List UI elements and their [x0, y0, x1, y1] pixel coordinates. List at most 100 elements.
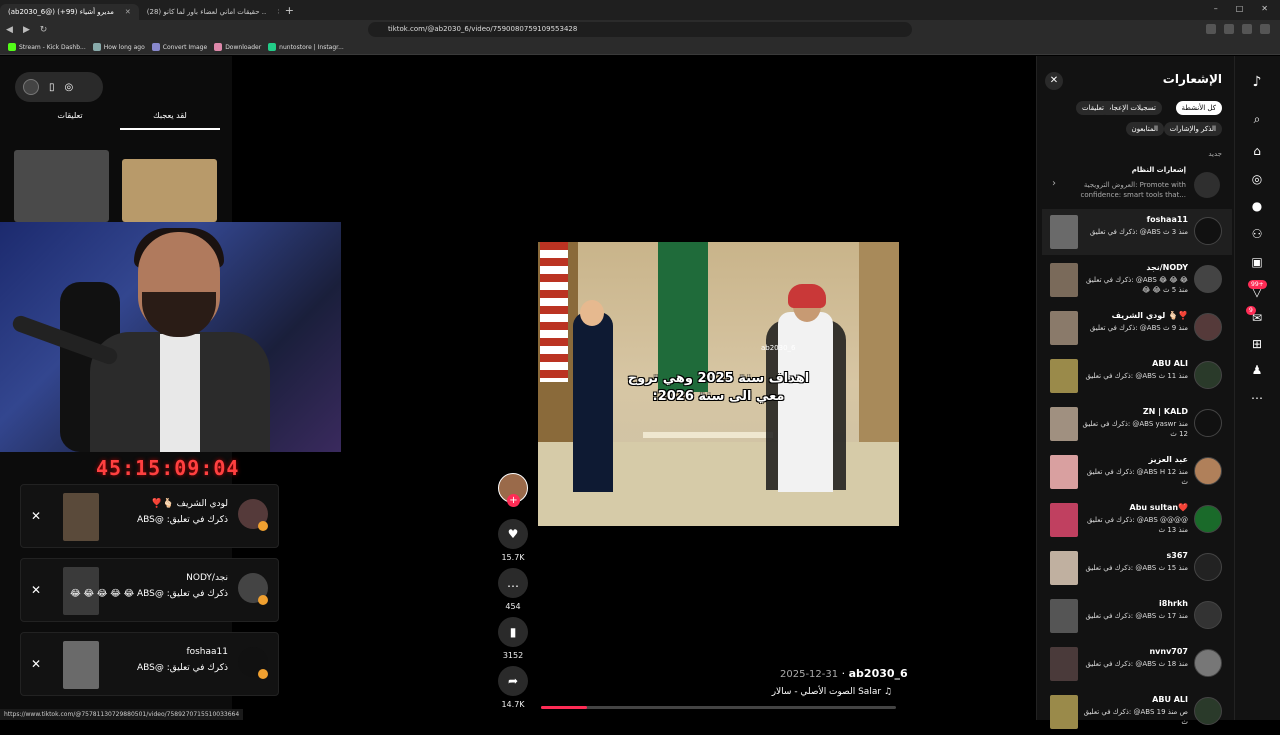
extension-icon[interactable] — [1242, 24, 1252, 34]
notification-item[interactable]: ذكرك في تعليق: @ABS منذ 18 ث nvnv707 — [1042, 641, 1232, 687]
notification-item[interactable]: ذكرك في تعليق: @ABS H منذ 12 ث عبد العزيز — [1042, 449, 1232, 495]
phone-icon[interactable]: ▯ — [49, 82, 55, 93]
notification-username[interactable]: لودي الشريف 🫰🏻❣️ — [1112, 311, 1188, 320]
browser-tab-active[interactable]: (ab2030_6@) مديرو أشياء (99+) ✕ — [0, 4, 139, 20]
avatar[interactable] — [1194, 217, 1222, 245]
browser-tab[interactable]: (28) حقيقات اماني لعضاء باور لما كانو ..… — [139, 4, 279, 20]
new-tab-button[interactable]: + — [285, 4, 294, 17]
compass-icon[interactable]: ◎ — [65, 82, 74, 93]
profile-avatar-icon[interactable]: ● — [1249, 198, 1265, 214]
search-icon[interactable]: ⌕ — [1249, 111, 1265, 127]
tab-comments[interactable]: تعليقات — [20, 108, 120, 130]
avatar[interactable] — [1194, 361, 1222, 389]
like-button[interactable]: ♥ — [498, 519, 528, 549]
notification-item[interactable]: ذكرك في تعليق: @ABS yaswr منذ 12 ث ZN | K… — [1042, 401, 1232, 447]
save-button[interactable]: ▮ — [498, 617, 528, 647]
filter-followers[interactable]: المتابعون — [1125, 122, 1164, 136]
notification-thumbnail[interactable] — [1050, 647, 1078, 681]
close-tab-icon[interactable]: ✕ — [277, 8, 279, 16]
avatar[interactable] — [1194, 409, 1222, 437]
menu-icon[interactable] — [1260, 24, 1270, 34]
back-arrow-icon[interactable]: ◀ — [2, 25, 17, 35]
url-bar[interactable]: tiktok.com/@ab2030_6/video/7590080759109… — [368, 22, 912, 37]
avatar[interactable] — [1194, 265, 1222, 293]
popup-notification[interactable]: ✕ نجد/NODY ذكرك في تعليق: @ABS 😂 😂 😂 😂 😂 — [20, 558, 279, 622]
notification-thumbnail[interactable] — [1050, 407, 1078, 441]
notification-thumbnail[interactable] — [1050, 599, 1078, 633]
forward-arrow-icon[interactable]: ▶ — [19, 25, 34, 35]
avatar[interactable] — [1194, 313, 1222, 341]
following-icon[interactable]: ⚇ — [1249, 226, 1265, 242]
bookmark[interactable]: Stream - Kick Dashb... — [8, 43, 86, 51]
filter-comments[interactable]: تعليقات — [1075, 101, 1110, 115]
avatar[interactable] — [1194, 697, 1222, 725]
reload-icon[interactable]: ↻ — [36, 25, 51, 35]
bookmark[interactable]: Downloader — [214, 43, 261, 51]
notification-thumbnail[interactable] — [1050, 359, 1078, 393]
upload-icon[interactable]: ⊞ — [1249, 336, 1265, 352]
comment-button[interactable]: … — [498, 568, 528, 598]
notification-item[interactable]: ذكرك في تعليق: @ABS منذ 11 ث ABU ALI — [1042, 353, 1232, 399]
bookmark[interactable]: How long ago — [92, 43, 145, 51]
notification-thumbnail[interactable] — [1050, 215, 1078, 249]
notification-username[interactable]: ABU ALI — [1152, 695, 1188, 704]
system-notifications-row[interactable]: إشعارات النظام العروض الترويجية: Promote… — [1036, 162, 1234, 208]
notification-item[interactable]: ذكرك في تعليق: @ABS منذ 9 ث لودي الشريف 🫰… — [1042, 305, 1232, 351]
notification-item[interactable]: ذكرك في تعليق: @ABS @@@@ منذ 13 ث Abu sul… — [1042, 497, 1232, 543]
profile-icon[interactable]: ♟ — [1249, 362, 1265, 378]
more-icon[interactable]: ⋯ — [1249, 390, 1265, 406]
video-player[interactable]: ab2030_6 اهداف سنة 2025 وهي تروح معي الى… — [538, 242, 899, 526]
notification-username[interactable]: s367 — [1167, 551, 1188, 560]
avatar[interactable] — [1194, 457, 1222, 485]
live-icon[interactable]: ▣ — [1249, 254, 1265, 270]
filter-mentions[interactable]: الذكر والإشارات — [1163, 122, 1222, 136]
notification-username[interactable]: ABU ALI — [1152, 359, 1188, 368]
notification-username[interactable]: ZN | KALD — [1143, 407, 1188, 416]
notification-thumbnail[interactable] — [1050, 263, 1078, 297]
notification-username[interactable]: nvnv707 — [1149, 647, 1188, 656]
notification-thumbnail[interactable] — [1050, 455, 1078, 489]
notification-item[interactable]: ذكرك في تعليق: @ABS منذ 3 ث foshaa11 — [1042, 209, 1232, 255]
filter-all-activity[interactable]: كل الأنشطة — [1175, 101, 1222, 115]
notification-item[interactable]: ذكرك في تعليق: @ABS ص منذ 19 ث ABU ALI — [1042, 689, 1232, 735]
bookmark[interactable]: Convert Image — [151, 43, 207, 51]
extension-icon[interactable] — [1224, 24, 1234, 34]
close-icon[interactable]: ✕ — [1045, 72, 1063, 90]
notification-item[interactable]: ذكرك في تعليق: @ABS 😂 😂 😂 😂 😂 منذ 5 ث نجد… — [1042, 257, 1232, 303]
notification-thumbnail[interactable] — [1050, 551, 1078, 585]
share-button[interactable]: ➦ — [498, 666, 528, 696]
avatar[interactable] — [1194, 505, 1222, 533]
video-thumbnail[interactable] — [14, 150, 109, 222]
notification-username[interactable]: i8hrkh — [1159, 599, 1188, 608]
explore-icon[interactable]: ◎ — [1249, 171, 1265, 187]
video-thumbnail[interactable] — [122, 159, 217, 222]
avatar[interactable] — [1194, 649, 1222, 677]
close-tab-icon[interactable]: ✕ — [125, 8, 131, 16]
close-icon[interactable]: ✕ — [31, 657, 41, 671]
avatar[interactable] — [1194, 601, 1222, 629]
notification-username[interactable]: foshaa11 — [1147, 215, 1188, 224]
bookmark[interactable]: nuntostore | Instagr... — [268, 43, 344, 51]
avatar[interactable] — [23, 79, 39, 95]
avatar[interactable] — [1194, 553, 1222, 581]
follow-button[interactable]: + — [507, 494, 520, 507]
notification-username[interactable]: Abu sultan❤️ — [1130, 503, 1188, 512]
video-sound[interactable]: ♫ Salar الصوت الأصلي - سالار — [750, 687, 892, 697]
close-window-button[interactable]: ✕ — [1261, 4, 1268, 13]
notification-username[interactable]: عبد العزيز — [1149, 455, 1188, 464]
home-icon[interactable]: ⌂ — [1249, 143, 1265, 159]
popup-notification[interactable]: ✕ foshaa11 ذكرك في تعليق: @ABS — [20, 632, 279, 696]
maximize-button[interactable]: □ — [1236, 4, 1244, 13]
close-icon[interactable]: ✕ — [31, 583, 41, 597]
notification-thumbnail[interactable] — [1050, 503, 1078, 537]
tab-you-may-like[interactable]: لقد يعجبك — [120, 108, 220, 130]
extension-icon[interactable] — [1206, 24, 1216, 34]
popup-notification[interactable]: ✕ لودي الشريف 🫰🏻❣️ ذكرك في تعليق: @ABS — [20, 484, 279, 548]
tiktok-logo-icon[interactable]: ♪ — [1249, 74, 1265, 90]
notification-item[interactable]: ذكرك في تعليق: @ABS منذ 17 ث i8hrkh — [1042, 593, 1232, 639]
minimize-button[interactable]: – — [1214, 4, 1218, 13]
notification-item[interactable]: ذكرك في تعليق: @ABS منذ 15 ث s367 — [1042, 545, 1232, 591]
notification-username[interactable]: نجد/NODY — [1146, 263, 1188, 272]
notification-thumbnail[interactable] — [1050, 695, 1078, 729]
close-icon[interactable]: ✕ — [31, 509, 41, 523]
